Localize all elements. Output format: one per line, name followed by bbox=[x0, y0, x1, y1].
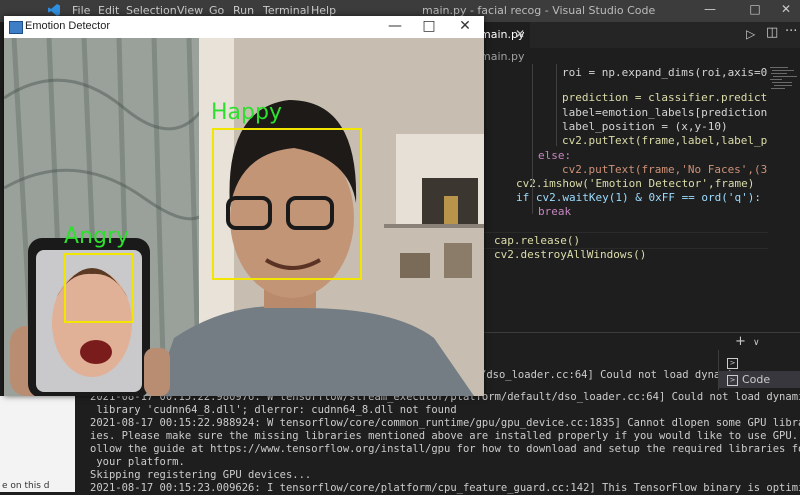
window-title: Emotion Detector bbox=[25, 20, 110, 32]
terminal-line: Skipping registering GPU devices... bbox=[90, 469, 312, 481]
app-icon bbox=[9, 21, 23, 34]
terminal-list: >powershell > Code bbox=[718, 350, 800, 390]
minimize-button[interactable]: — bbox=[380, 18, 410, 34]
minimap[interactable] bbox=[768, 64, 800, 332]
terminal-item-label: Code bbox=[742, 373, 771, 386]
code-line: roi = np.expand_dims(roi,axis=0) bbox=[562, 66, 768, 79]
vscode-maximize-button[interactable]: □ bbox=[745, 2, 765, 16]
code-line: label=emotion_labels[prediction.arg bbox=[562, 106, 768, 119]
face-detection-box-angry bbox=[64, 253, 134, 323]
camera-feed: Happy Angry bbox=[4, 38, 484, 396]
emotion-label-happy: Happy bbox=[211, 100, 282, 125]
terminal-line: ies. Please make sure the missing librar… bbox=[90, 430, 800, 442]
emotion-detector-titlebar[interactable]: Emotion Detector — □ ✕ bbox=[4, 16, 484, 38]
face-detection-box-happy bbox=[212, 128, 362, 280]
terminal-line: library 'cudnn64_8.dll'; dlerror: cudnn6… bbox=[90, 404, 457, 416]
terminal-line: 2021-08-17 00:15:22.988924: W tensorflow… bbox=[90, 417, 800, 429]
chevron-down-icon[interactable]: ∨ bbox=[753, 338, 760, 348]
terminal-item-code[interactable]: > Code bbox=[719, 371, 800, 388]
indent-guide bbox=[532, 64, 533, 214]
code-line: cv2.putText(frame,'No Faces',(30,80 bbox=[562, 163, 768, 176]
maximize-button[interactable]: □ bbox=[414, 18, 444, 34]
terminal-actions: + ∨ bbox=[735, 334, 760, 349]
terminal-line: ollow the guide at https://www.tensorflo… bbox=[90, 443, 800, 455]
code-line: cv2.destroyAllWindows() bbox=[494, 248, 647, 261]
vscode-minimize-button[interactable]: — bbox=[700, 2, 720, 16]
new-terminal-icon[interactable]: + bbox=[735, 334, 746, 349]
code-line: prediction = classifier.predict(roi) bbox=[562, 91, 768, 104]
close-button[interactable]: ✕ bbox=[450, 18, 480, 34]
run-icon[interactable]: ▷ bbox=[746, 27, 755, 41]
tab-close-icon[interactable]: ✕ bbox=[515, 27, 525, 41]
background-window-text: e on this d bbox=[2, 481, 50, 491]
code-line: cv2.imshow('Emotion Detector',frame) bbox=[516, 177, 755, 190]
split-editor-icon[interactable]: ◫ bbox=[766, 25, 778, 40]
breadcrumb-file[interactable]: main.py bbox=[480, 50, 524, 63]
background-window-strip bbox=[0, 396, 75, 492]
emotion-label-angry: Angry bbox=[64, 224, 130, 249]
code-line: cap.release() bbox=[494, 234, 581, 247]
terminal-item-powershell[interactable]: >powershell bbox=[719, 354, 800, 386]
emotion-detector-window[interactable]: Emotion Detector — □ ✕ Happy Angry bbox=[4, 16, 484, 396]
code-line: break bbox=[538, 205, 572, 218]
code-line: else: bbox=[538, 149, 572, 162]
editor-tab-bar: main.py ▷ ◫ ··· bbox=[480, 22, 800, 48]
vscode-close-button[interactable]: ✕ bbox=[776, 2, 796, 16]
terminal-line: 2021-08-17 00:15:23.009626: I tensorflow… bbox=[90, 482, 800, 494]
indent-guide bbox=[556, 64, 557, 146]
breadcrumb[interactable]: main.py bbox=[480, 48, 770, 64]
terminal-line: /dso_loader.cc:64] Could not load dynami… bbox=[480, 369, 740, 381]
more-actions-icon[interactable]: ··· bbox=[785, 24, 797, 39]
code-line: cv2.putText(frame,label,label_positi bbox=[562, 134, 768, 147]
code-editor[interactable]: roi = np.expand_dims(roi,axis=0) predict… bbox=[480, 64, 768, 332]
code-line: label_position = (x,y-10) bbox=[562, 120, 728, 133]
terminal-icon: > bbox=[727, 374, 738, 386]
terminal-icon: > bbox=[727, 357, 738, 369]
code-line: if cv2.waitKey(1) & 0xFF == ord('q'): bbox=[516, 191, 762, 204]
vscode-logo-icon bbox=[48, 3, 61, 17]
terminal-line: your platform. bbox=[90, 456, 185, 468]
